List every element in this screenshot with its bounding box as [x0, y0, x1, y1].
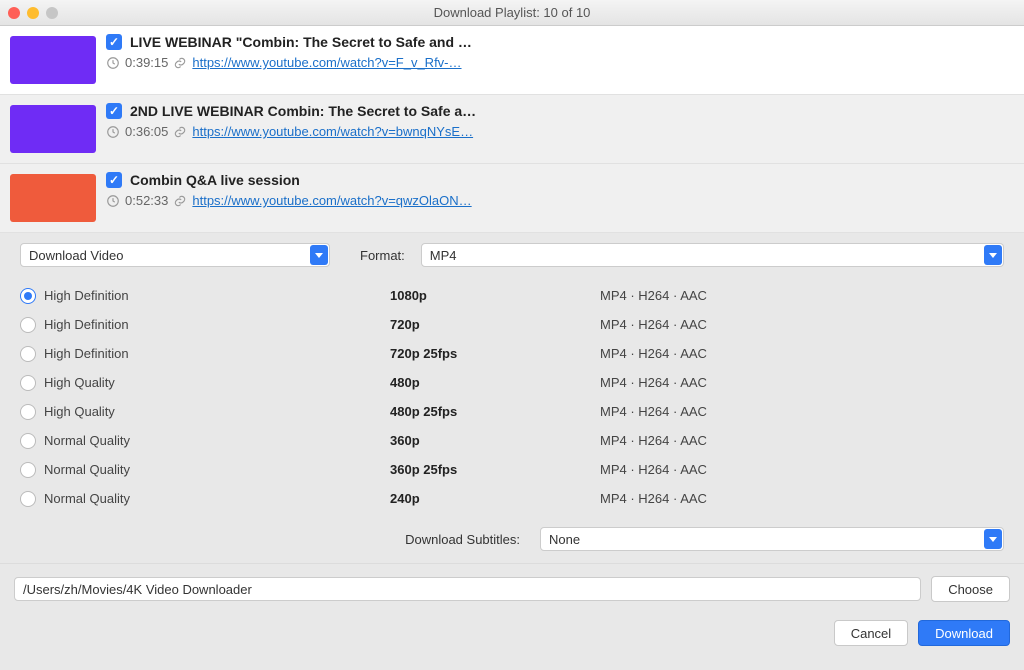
subtitles-label: Download Subtitles: — [20, 532, 520, 547]
quality-name: High Quality — [44, 404, 115, 419]
titlebar: Download Playlist: 10 of 10 — [0, 0, 1024, 26]
subtitles-select[interactable]: None — [540, 527, 1004, 551]
format-select[interactable]: MP4 — [421, 243, 1004, 267]
quality-codec: MP4 · H264 · AAC — [600, 375, 1004, 390]
item-duration: 0:52:33 — [125, 193, 168, 208]
quality-option[interactable]: High Definition 720pMP4 · H264 · AAC — [20, 310, 1004, 339]
save-path-field[interactable]: /Users/zh/Movies/4K Video Downloader — [14, 577, 921, 601]
chevron-down-icon — [310, 245, 328, 265]
quality-name: High Definition — [44, 317, 129, 332]
item-checkbox[interactable] — [106, 34, 122, 50]
item-duration: 0:39:15 — [125, 55, 168, 70]
mode-select[interactable]: Download Video — [20, 243, 330, 267]
link-icon — [173, 125, 187, 139]
window-title: Download Playlist: 10 of 10 — [0, 5, 1024, 20]
mode-select-value: Download Video — [29, 248, 123, 263]
radio-icon[interactable] — [20, 433, 36, 449]
quality-list: High Definition1080pMP4 · H264 · AACHigh… — [0, 273, 1024, 513]
item-url[interactable]: https://www.youtube.com/watch?v=bwnqNYsE… — [192, 124, 473, 139]
choose-button[interactable]: Choose — [931, 576, 1010, 602]
chevron-down-icon — [984, 245, 1002, 265]
item-body: 2ND LIVE WEBINAR Combin: The Secret to S… — [106, 103, 1014, 139]
controls-row: Download Video Format: MP4 — [0, 233, 1024, 273]
quality-resolution: 480p 25fps — [390, 404, 600, 419]
item-url[interactable]: https://www.youtube.com/watch?v=F_v_Rfv-… — [192, 55, 461, 70]
clock-icon — [106, 125, 120, 139]
quality-name: Normal Quality — [44, 462, 130, 477]
clock-icon — [106, 56, 120, 70]
item-title: LIVE WEBINAR "Combin: The Secret to Safe… — [130, 34, 472, 50]
playlist-item[interactable]: 2ND LIVE WEBINAR Combin: The Secret to S… — [0, 95, 1024, 164]
radio-icon[interactable] — [20, 288, 36, 304]
quality-option[interactable]: High Quality 480p 25fpsMP4 · H264 · AAC — [20, 397, 1004, 426]
quality-option[interactable]: High Definition 720p 25fpsMP4 · H264 · AA… — [20, 339, 1004, 368]
quality-resolution: 720p 25fps — [390, 346, 600, 361]
subtitles-row: Download Subtitles: None — [0, 513, 1024, 563]
playlist-item[interactable]: LIVE WEBINAR "Combin: The Secret to Safe… — [0, 26, 1024, 95]
playlist-list: LIVE WEBINAR "Combin: The Secret to Safe… — [0, 26, 1024, 233]
item-checkbox[interactable] — [106, 103, 122, 119]
quality-name: High Definition — [44, 346, 129, 361]
link-icon — [173, 56, 187, 70]
radio-icon[interactable] — [20, 375, 36, 391]
quality-option[interactable]: High Definition 1080pMP4 · H264 · AAC — [20, 281, 1004, 310]
quality-codec: MP4 · H264 · AAC — [600, 462, 1004, 477]
radio-icon[interactable] — [20, 404, 36, 420]
save-path-value: /Users/zh/Movies/4K Video Downloader — [23, 582, 252, 597]
playlist-item[interactable]: Combin Q&A live session 0:52:33 https://ww… — [0, 164, 1024, 233]
video-thumbnail — [10, 105, 96, 153]
radio-icon[interactable] — [20, 346, 36, 362]
quality-resolution: 1080p — [390, 288, 600, 303]
path-row: /Users/zh/Movies/4K Video Downloader Cho… — [0, 564, 1024, 612]
subtitles-select-value: None — [549, 532, 580, 547]
quality-codec: MP4 · H264 · AAC — [600, 491, 1004, 506]
chevron-down-icon — [984, 529, 1002, 549]
footer: Cancel Download — [0, 612, 1024, 660]
item-title: Combin Q&A live session — [130, 172, 300, 188]
quality-name: High Quality — [44, 375, 115, 390]
quality-codec: MP4 · H264 · AAC — [600, 433, 1004, 448]
quality-name: High Definition — [44, 288, 129, 303]
clock-icon — [106, 194, 120, 208]
format-label: Format: — [360, 248, 405, 263]
quality-option[interactable]: High Quality 480pMP4 · H264 · AAC — [20, 368, 1004, 397]
quality-codec: MP4 · H264 · AAC — [600, 317, 1004, 332]
quality-resolution: 360p 25fps — [390, 462, 600, 477]
quality-resolution: 720p — [390, 317, 600, 332]
item-duration: 0:36:05 — [125, 124, 168, 139]
quality-codec: MP4 · H264 · AAC — [600, 404, 1004, 419]
item-title: 2ND LIVE WEBINAR Combin: The Secret to S… — [130, 103, 476, 119]
quality-option[interactable]: Normal Quality 360p 25fpsMP4 · H264 · AAC — [20, 455, 1004, 484]
quality-resolution: 480p — [390, 375, 600, 390]
quality-resolution: 360p — [390, 433, 600, 448]
item-checkbox[interactable] — [106, 172, 122, 188]
quality-codec: MP4 · H264 · AAC — [600, 346, 1004, 361]
video-thumbnail — [10, 174, 96, 222]
radio-icon[interactable] — [20, 462, 36, 478]
quality-name: Normal Quality — [44, 433, 130, 448]
quality-name: Normal Quality — [44, 491, 130, 506]
item-url[interactable]: https://www.youtube.com/watch?v=qwzOlaON… — [192, 193, 471, 208]
item-body: LIVE WEBINAR "Combin: The Secret to Safe… — [106, 34, 1014, 70]
download-button[interactable]: Download — [918, 620, 1010, 646]
link-icon — [173, 194, 187, 208]
format-select-value: MP4 — [430, 248, 457, 263]
quality-option[interactable]: Normal Quality 240pMP4 · H264 · AAC — [20, 484, 1004, 513]
quality-codec: MP4 · H264 · AAC — [600, 288, 1004, 303]
video-thumbnail — [10, 36, 96, 84]
radio-icon[interactable] — [20, 317, 36, 333]
radio-icon[interactable] — [20, 491, 36, 507]
cancel-button[interactable]: Cancel — [834, 620, 908, 646]
item-body: Combin Q&A live session 0:52:33 https://ww… — [106, 172, 1014, 208]
quality-option[interactable]: Normal Quality 360pMP4 · H264 · AAC — [20, 426, 1004, 455]
quality-resolution: 240p — [390, 491, 600, 506]
